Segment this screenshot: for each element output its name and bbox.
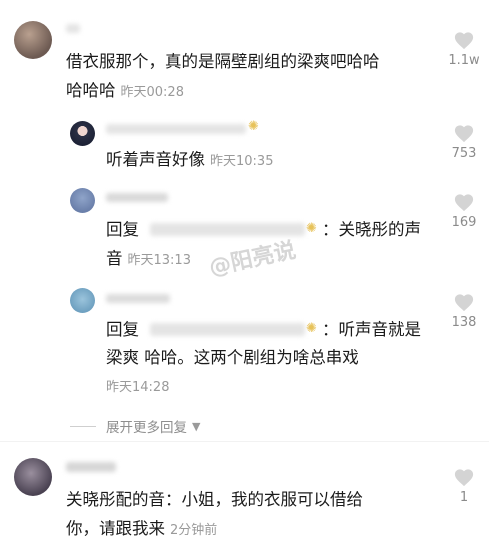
like-count: 1 bbox=[459, 490, 469, 505]
reply-text-line2: 梁爽 哈哈。这两个剧组为啥总串戏 bbox=[106, 348, 359, 367]
heart-icon bbox=[454, 125, 474, 143]
reply-text: 听着声音好像 昨天10:35 bbox=[106, 150, 274, 169]
expand-divider bbox=[70, 425, 96, 427]
sun-icon: ✺ bbox=[306, 321, 317, 336]
avatar[interactable] bbox=[70, 121, 95, 146]
watermark: @阳亮说 bbox=[206, 238, 299, 281]
comment-text-line2: 哈哈哈 昨天00:28 bbox=[66, 81, 184, 100]
like-button[interactable]: 753 bbox=[444, 123, 484, 161]
comment-time: 昨天10:35 bbox=[210, 154, 274, 169]
reply-text: 回复 bbox=[106, 320, 139, 339]
comment-time: 2分钟前 bbox=[170, 523, 218, 538]
heart-icon bbox=[454, 294, 474, 312]
comment-time: 昨天14:28 bbox=[106, 380, 170, 395]
avatar[interactable] bbox=[70, 288, 95, 313]
avatar[interactable] bbox=[14, 21, 52, 59]
reply-text-after: ：关晓彤的声 bbox=[322, 220, 421, 239]
comment-time: 昨天00:28 bbox=[120, 85, 184, 100]
comment-text: 借衣服那个，真的是隔壁剧组的梁爽吧哈哈 bbox=[66, 52, 380, 71]
comment-time: 昨天13:13 bbox=[127, 253, 191, 268]
like-button[interactable]: 138 bbox=[444, 292, 484, 330]
comment-divider bbox=[0, 441, 489, 442]
like-button[interactable]: 1.1w bbox=[444, 30, 484, 68]
username-blurred[interactable] bbox=[106, 124, 246, 134]
expand-replies-label: 展开更多回复 bbox=[106, 420, 187, 436]
expand-replies-button[interactable]: 展开更多回复 ▼ bbox=[70, 416, 200, 436]
comment-text: 关晓彤配的音：小姐，我的衣服可以借给 bbox=[66, 490, 363, 509]
sun-icon: ✺ bbox=[306, 221, 317, 236]
reply-text: 回复 bbox=[106, 220, 139, 239]
comment-text-line2: 你，请跟我来 2分钟前 bbox=[66, 519, 218, 538]
reply-text-line2: 音昨天13:13 bbox=[106, 249, 191, 268]
heart-icon bbox=[454, 32, 474, 50]
username-blurred[interactable] bbox=[106, 193, 168, 202]
reply-text-after: ：听声音就是 bbox=[322, 320, 421, 339]
like-button[interactable]: 1 bbox=[444, 467, 484, 505]
like-count: 138 bbox=[451, 315, 477, 330]
reply-target-blurred[interactable] bbox=[150, 323, 305, 336]
like-count: 753 bbox=[451, 146, 477, 161]
like-count: 169 bbox=[451, 215, 477, 230]
username-blurred[interactable] bbox=[106, 294, 170, 303]
like-button[interactable]: 169 bbox=[444, 192, 484, 230]
heart-icon bbox=[454, 469, 474, 487]
sun-icon: ✺ bbox=[248, 119, 259, 134]
username-blurred[interactable] bbox=[66, 462, 116, 472]
like-count: 1.1w bbox=[448, 53, 480, 68]
avatar[interactable] bbox=[14, 458, 52, 496]
reply-time-line: 昨天14:28 bbox=[101, 372, 169, 402]
heart-icon bbox=[454, 194, 474, 212]
avatar[interactable] bbox=[70, 188, 95, 213]
chevron-down-icon: ▼ bbox=[192, 419, 201, 433]
username-blurred[interactable] bbox=[66, 24, 80, 33]
